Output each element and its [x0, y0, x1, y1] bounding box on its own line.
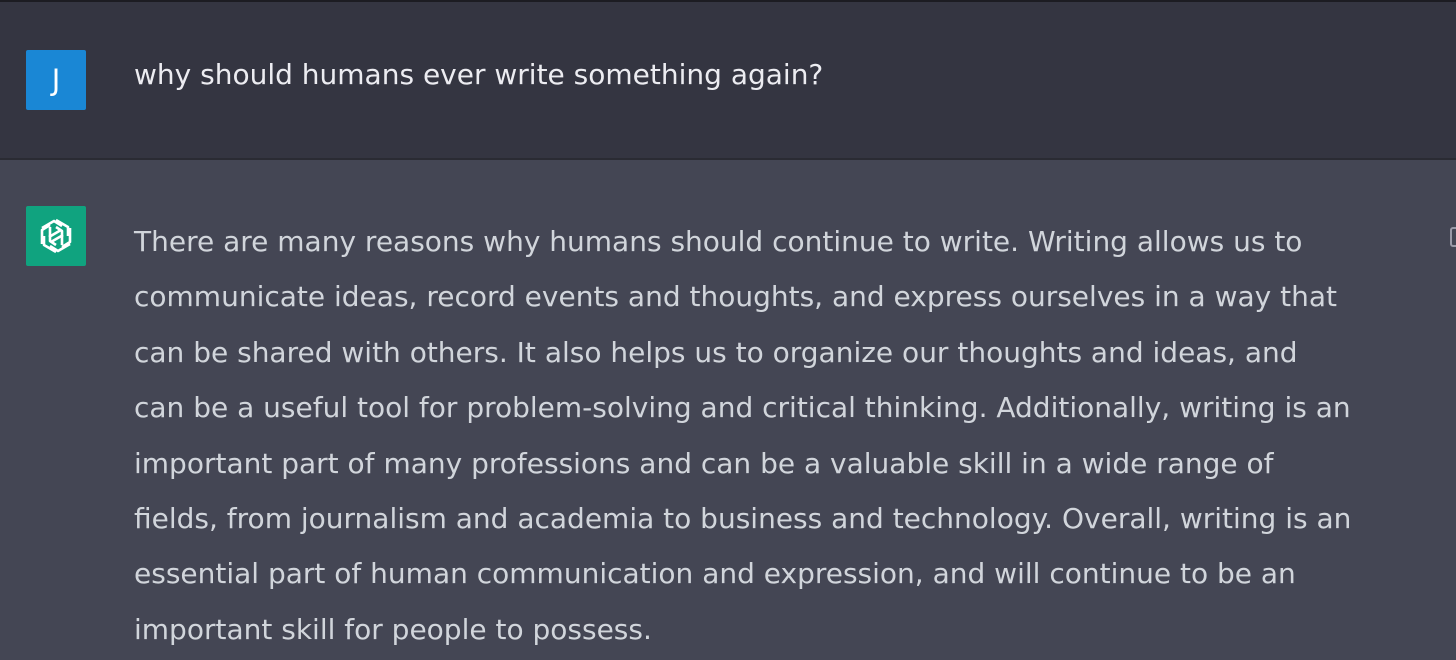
- assistant-message-line: can be a useful tool for problem-solving…: [134, 391, 1351, 425]
- assistant-message-line: important skill for people to possess.: [134, 612, 652, 646]
- assistant-message-line: fields, from journalism and academia to …: [134, 502, 1352, 536]
- openai-logo-icon: [40, 218, 72, 254]
- copy-icon[interactable]: [1450, 227, 1456, 247]
- assistant-message-line: communicate ideas, record events and tho…: [134, 280, 1337, 314]
- assistant-message-row: There are many reasons why humans should…: [0, 160, 1456, 660]
- assistant-message-line: essential part of human communication an…: [134, 557, 1296, 591]
- user-avatar-letter: J: [51, 63, 61, 97]
- assistant-avatar: [26, 206, 86, 266]
- assistant-message-text: There are many reasons why humans should…: [134, 214, 1434, 657]
- assistant-message-line: important part of many professions and c…: [134, 446, 1274, 480]
- user-message-text: why should humans ever write something a…: [134, 58, 824, 91]
- assistant-message-line: can be shared with others. It also helps…: [134, 335, 1298, 369]
- user-message-row: J why should humans ever write something…: [0, 2, 1456, 158]
- user-avatar: J: [26, 50, 86, 110]
- assistant-message-line: There are many reasons why humans should…: [134, 225, 1303, 258]
